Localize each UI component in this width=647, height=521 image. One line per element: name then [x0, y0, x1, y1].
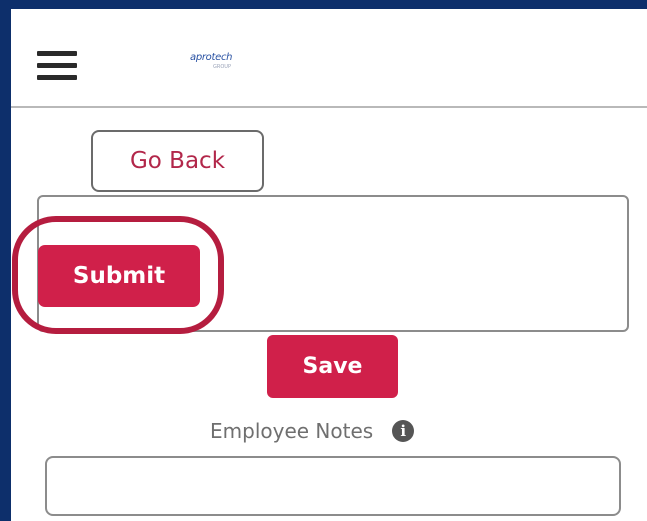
- hamburger-bar: [37, 75, 77, 80]
- logo-subtext: GROUP: [213, 64, 231, 70]
- hamburger-menu-icon[interactable]: [37, 51, 77, 81]
- window-frame-left: [0, 0, 11, 521]
- employee-notes-label-row: Employee Notes i: [210, 419, 415, 449]
- hamburger-bar: [37, 63, 77, 68]
- info-icon[interactable]: i: [392, 420, 415, 442]
- submit-button[interactable]: Submit: [38, 245, 200, 307]
- employee-notes-input[interactable]: [45, 456, 621, 516]
- go-back-button[interactable]: Go Back: [91, 130, 264, 192]
- logo-text: aprotech: [190, 52, 233, 63]
- company-logo[interactable]: aprotech GROUP: [185, 52, 255, 76]
- window-frame-top: [0, 0, 647, 9]
- employee-notes-label: Employee Notes: [210, 419, 374, 443]
- save-button[interactable]: Save: [267, 335, 398, 398]
- hamburger-bar: [37, 51, 77, 56]
- app-header: aprotech GROUP: [11, 9, 647, 108]
